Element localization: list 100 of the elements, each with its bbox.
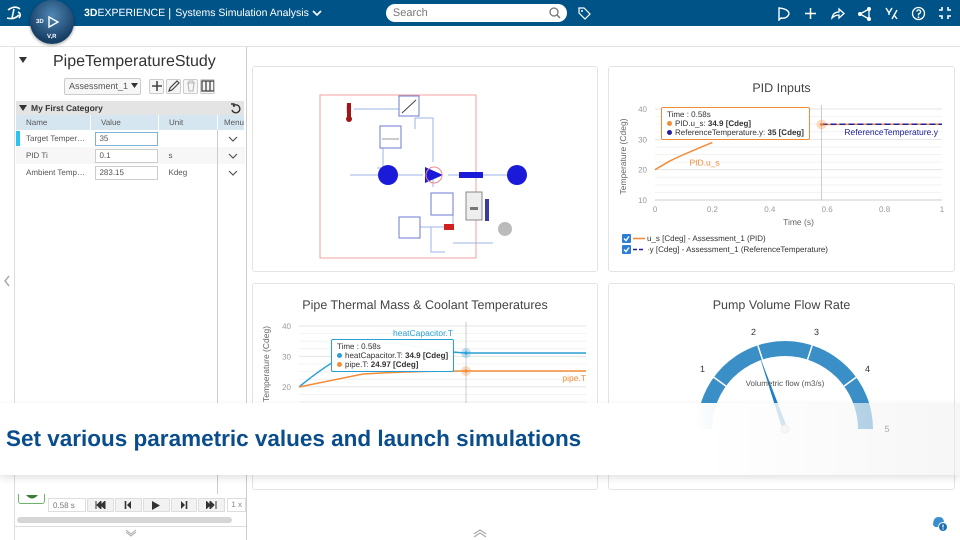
- chevron-down-icon: [228, 136, 238, 142]
- series-label: heatCapacitor.T: [393, 328, 454, 338]
- logo-icon: [6, 6, 24, 20]
- edit-button[interactable]: [166, 78, 182, 94]
- category-header[interactable]: My First Category: [16, 101, 244, 115]
- skip-to-end-icon: [206, 501, 218, 509]
- chevron-down-icon: [228, 152, 238, 158]
- columns-button[interactable]: [200, 78, 216, 94]
- row-menu-button[interactable]: [228, 170, 238, 176]
- brand-name: 3DEXPERIENCE: [84, 7, 166, 19]
- timeline-scrollbar[interactable]: [17, 517, 232, 523]
- category-title: My First Category: [31, 103, 103, 113]
- gauge-tick-label: 2: [750, 327, 756, 337]
- tag-icon[interactable]: [576, 6, 591, 20]
- play-button[interactable]: [142, 498, 170, 512]
- axis-tick-label: 0: [652, 205, 658, 214]
- column-header[interactable]: Value: [90, 115, 158, 130]
- play-icon: [152, 500, 160, 510]
- gauge-tick-label: 3: [814, 327, 820, 337]
- legend-label: ·y [Cdeg] - Assessment_1 (ReferenceTemperature): [647, 245, 828, 254]
- skip-to-end-button[interactable]: [198, 498, 226, 512]
- axis-tick-label: 20: [638, 166, 647, 175]
- chevron-down-icon: [228, 170, 238, 176]
- network-icon[interactable]: [857, 6, 872, 20]
- reset-icon[interactable]: [230, 102, 241, 114]
- axis-tick-label: 10: [638, 196, 647, 205]
- chart-title: PID Inputs: [751, 80, 812, 97]
- row-menu-button[interactable]: [228, 136, 238, 142]
- chart-title: Pipe Thermal Mass & Coolant Temperatures: [301, 297, 549, 314]
- help-icon[interactable]: [911, 6, 926, 20]
- column-header[interactable]: Menu: [217, 115, 244, 130]
- search-icon[interactable]: [548, 7, 561, 19]
- axis-title: Temperature (Cdeg): [261, 326, 271, 402]
- series-label: PID.u_s: [689, 158, 720, 168]
- tooltip-value: ReferenceTemperature.y: 35 [Cdeg]: [675, 128, 804, 137]
- step-back-icon: [124, 501, 132, 509]
- legend-checkbox[interactable]: [622, 234, 631, 243]
- column-header[interactable]: Name: [16, 115, 90, 130]
- caret-icon: [131, 83, 138, 89]
- chat-bubble-icon[interactable]: [776, 6, 791, 20]
- play-icon: [47, 15, 59, 29]
- assessment-dropdown[interactable]: Assessment_1: [64, 78, 142, 94]
- share-icon[interactable]: [830, 6, 845, 20]
- fullscreen-icon[interactable]: [938, 6, 952, 20]
- series-label: pipe.T: [562, 373, 586, 383]
- delete-icon: [184, 79, 198, 93]
- collapse-caret-icon[interactable]: [19, 104, 27, 112]
- compass-letters-icon[interactable]: [884, 6, 899, 20]
- axis-tick-label: 0.8: [879, 205, 890, 214]
- axis-tick-label: 40: [282, 322, 291, 331]
- gauge-tick-label: 5: [884, 424, 890, 434]
- time-field[interactable]: 0.58 s: [48, 498, 86, 512]
- row-menu-button[interactable]: [228, 152, 238, 158]
- axis-tick-label: 20: [282, 382, 291, 392]
- gauge-tick-label: 4: [865, 364, 870, 374]
- axis-title: Time (s): [783, 217, 814, 227]
- unit-text: s: [168, 151, 172, 160]
- axis-title: Temperature (Cdeg): [618, 118, 628, 195]
- column-header[interactable]: Unit: [158, 115, 218, 130]
- run-icon: [25, 495, 38, 501]
- axis-tick-label: 0.4: [764, 205, 776, 214]
- value-field[interactable]: 0.1: [95, 148, 158, 162]
- axis-tick-label: 1: [940, 205, 944, 214]
- brand-separator: |: [168, 6, 172, 20]
- edit-icon: [167, 79, 180, 93]
- value-field[interactable]: 283.15: [95, 166, 158, 180]
- parameter-name: Ambient Temp…: [26, 168, 85, 177]
- step-forward-icon: [180, 501, 188, 509]
- columns-icon: [201, 79, 214, 93]
- data-point-marker: [816, 119, 826, 130]
- tooltip-title: Time : 0.58s: [667, 110, 712, 119]
- skip-to-start-button[interactable]: [86, 498, 114, 512]
- add-icon: [150, 79, 164, 93]
- step-forward-button[interactable]: [170, 498, 198, 512]
- legend-label: u_s [Cdeg] - Assessment_1 (PID): [647, 234, 766, 243]
- series-label: ReferenceTemperature.y: [844, 126, 938, 137]
- add-button[interactable]: [149, 78, 164, 94]
- step-back-button[interactable]: [114, 498, 142, 512]
- tooltip-value: pipe.T: 24.97 [Cdeg]: [345, 360, 418, 369]
- parameter-name: Target Temper…: [26, 134, 85, 143]
- add-icon[interactable]: [803, 6, 818, 20]
- skip-to-start-icon: [94, 501, 106, 509]
- legend-checkbox[interactable]: [622, 245, 631, 254]
- caption-text: Set various parametric values and launch simulations: [6, 426, 582, 452]
- axis-tick-label: 40: [638, 105, 647, 114]
- run-button[interactable]: [18, 494, 45, 504]
- speed-field[interactable]: 1 x: [227, 498, 246, 512]
- parameter-name: PID Ti: [26, 151, 48, 160]
- value-field[interactable]: 35: [95, 132, 158, 146]
- tooltip-value: heatCapacitor.T: 34.9 [Cdeg]: [345, 351, 448, 360]
- collapse-caret-icon[interactable]: [19, 57, 27, 64]
- chart-title: Pump Volume Flow Rate: [712, 297, 852, 314]
- search-field[interactable]: Search: [386, 4, 567, 22]
- study-title: PipeTemperatureStudy: [53, 53, 216, 71]
- axis-tick-label: 0.6: [822, 205, 833, 214]
- notification-icon[interactable]: [931, 515, 948, 532]
- axis-tick-label: 30: [282, 352, 291, 362]
- tooltip-title: Time : 0.58s: [337, 342, 382, 351]
- axis-tick-label: 30: [638, 135, 647, 144]
- app-title[interactable]: Systems Simulation Analysis: [175, 7, 309, 19]
